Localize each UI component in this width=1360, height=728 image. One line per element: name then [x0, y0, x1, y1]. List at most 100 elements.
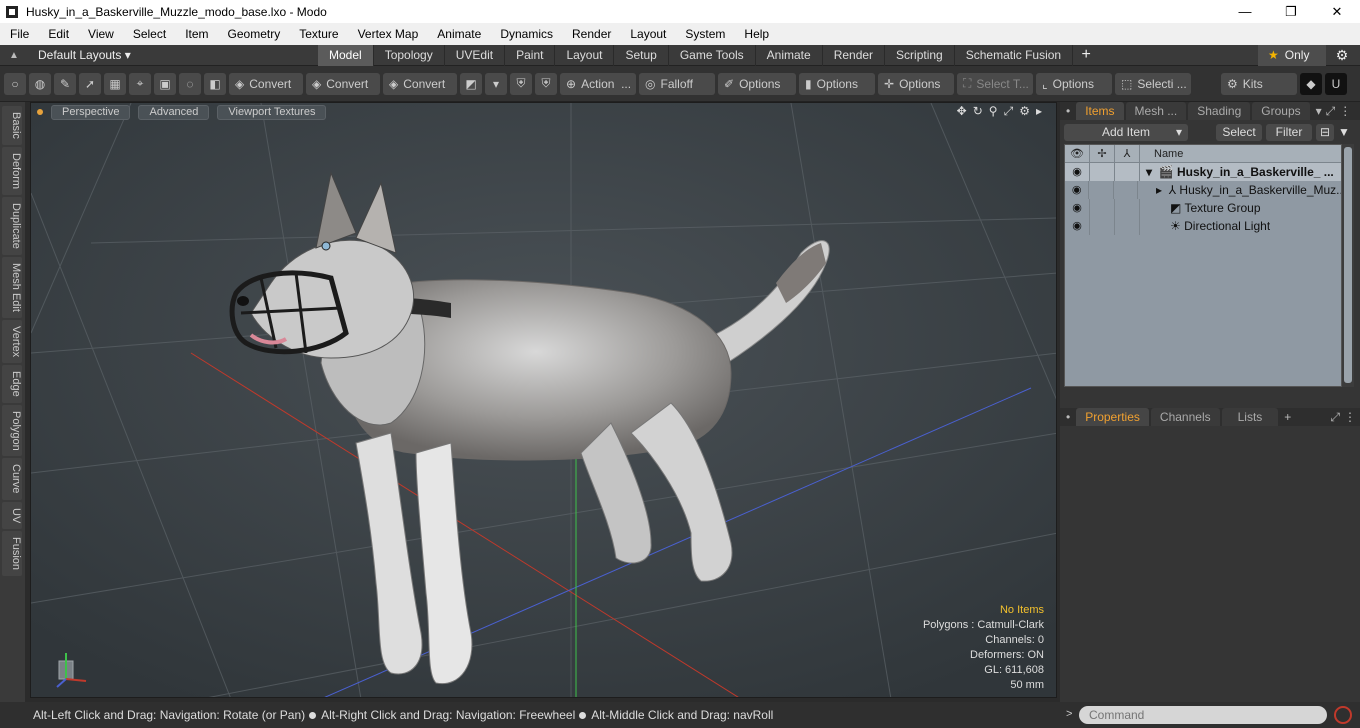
tab-shading[interactable]: Shading [1188, 102, 1251, 120]
tab-schematic-fusion[interactable]: Schematic Fusion [955, 44, 1074, 66]
tab-properties[interactable]: Properties [1076, 408, 1149, 426]
falloff-button[interactable]: ◎ Falloff [639, 72, 715, 95]
item-mode-button[interactable]: ➚ [79, 72, 101, 95]
viewport-textures-tab[interactable]: Viewport Textures [217, 104, 327, 120]
eye-icon[interactable]: ◉ [1065, 163, 1090, 181]
list-item[interactable]: ◉ ▾ 🎬 Husky_in_a_Baskerville_ ... [1065, 163, 1341, 181]
close-button[interactable]: ✕ [1314, 0, 1360, 23]
eye-icon[interactable]: ◉ [1065, 217, 1090, 235]
add-layout-button[interactable]: + [1073, 46, 1099, 64]
select-through-button[interactable]: ⛶ Select T... [957, 72, 1033, 95]
eye-icon[interactable]: ◉ [1065, 199, 1090, 217]
tab-paint[interactable]: Paint [505, 44, 556, 66]
convert-button-3[interactable]: ◈ Convert [383, 72, 457, 95]
tab-mesh[interactable]: Mesh ... [1125, 102, 1187, 120]
menu-select[interactable]: Select [123, 23, 175, 45]
name-column-header[interactable]: Name [1140, 145, 1183, 162]
symmetry-button[interactable]: ⛨ [510, 72, 532, 95]
pivot-mode-button[interactable]: ⌖ [129, 72, 151, 95]
more-icon[interactable]: ⋮ [1339, 104, 1351, 118]
tab-layout[interactable]: Layout [555, 44, 615, 66]
maximize-panel-icon[interactable]: ⤢ [1326, 104, 1336, 119]
play-arrow-icon[interactable]: ▸ [1036, 104, 1042, 119]
mesh-cube-button[interactable]: ◩ [460, 72, 482, 95]
options-button-3[interactable]: ✛ Options [878, 72, 954, 95]
rotate-icon[interactable]: ↻ [973, 104, 983, 119]
vertex-mode-button[interactable]: ○ [4, 72, 26, 95]
menu-geometry[interactable]: Geometry [218, 23, 290, 45]
tab-vertex[interactable]: Vertex [2, 319, 22, 363]
tab-model[interactable]: Model [318, 44, 374, 66]
tab-lists[interactable]: Lists [1221, 408, 1279, 426]
convert-button-2[interactable]: ◈ Convert [306, 72, 380, 95]
tab-polygon[interactable]: Polygon [2, 404, 22, 457]
menu-system[interactable]: System [675, 23, 734, 45]
zoom-icon[interactable]: ⚲ [989, 104, 998, 119]
snapping-button[interactable]: ⛨ [535, 72, 557, 95]
move-icon[interactable]: ✥ [957, 104, 967, 119]
scrollbar-thumb[interactable] [1344, 147, 1352, 383]
tab-animate[interactable]: Animate [756, 44, 823, 66]
tab-channels[interactable]: Channels [1150, 408, 1220, 426]
menu-vertex-map[interactable]: Vertex Map [348, 23, 428, 45]
unity-button[interactable]: ◆ [1300, 72, 1322, 95]
polygon-mode-button[interactable]: ✎ [54, 72, 76, 95]
command-history-arrow-icon[interactable]: > [1066, 708, 1072, 720]
material-mode-button[interactable]: ▦ [104, 72, 126, 95]
tabs-dropdown-icon[interactable]: ▾ [1316, 104, 1322, 118]
collapse-icon[interactable]: ⊟ [1316, 123, 1334, 141]
unreal-button[interactable]: U [1325, 72, 1347, 95]
edge-mode-button[interactable]: ◍ [29, 72, 51, 95]
tab-render[interactable]: Render [823, 44, 886, 66]
tab-mesh-edit[interactable]: Mesh Edit [2, 256, 22, 318]
dropdown-button[interactable]: ▾ [485, 72, 507, 95]
menu-item[interactable]: Item [175, 23, 217, 45]
menu-edit[interactable]: Edit [38, 23, 78, 45]
default-layouts-dropdown[interactable]: Default Layouts ▾ [28, 48, 318, 62]
maximize-icon[interactable]: ⤢ [1004, 104, 1014, 119]
list-item[interactable]: ◉ ▸ ⅄ Husky_in_a_Baskerville_Muz... [1065, 181, 1341, 199]
tab-curve[interactable]: Curve [2, 458, 22, 500]
menu-layout[interactable]: Layout [620, 23, 675, 45]
tab-setup[interactable]: Setup [614, 44, 669, 66]
type-column-icon[interactable]: ⅄ [1115, 145, 1140, 162]
tab-game-tools[interactable]: Game Tools [669, 44, 756, 66]
3d-viewport[interactable]: Perspective Advanced Viewport Textures ✥… [30, 102, 1057, 698]
center-mode-button[interactable]: ▣ [154, 72, 176, 95]
tab-items[interactable]: Items [1076, 102, 1124, 120]
collapse-arrow-icon[interactable]: ▲ [0, 50, 28, 61]
chevron-down-icon[interactable]: ▾ [1146, 165, 1152, 179]
selection-button[interactable]: ⬚ Selecti ... [1115, 72, 1191, 95]
add-item-button[interactable]: Add Item ▾ [1064, 123, 1188, 141]
perspective-tab[interactable]: Perspective [51, 104, 131, 120]
tab-uvedit[interactable]: UVEdit [445, 44, 506, 66]
kits-button[interactable]: ⚙ Kits [1221, 72, 1297, 95]
list-item[interactable]: ◉ ☀ Directional Light [1065, 217, 1341, 235]
convert-button-1[interactable]: ◈ Convert [229, 72, 303, 95]
advanced-tab[interactable]: Advanced [138, 104, 210, 120]
command-clear-icon[interactable] [1334, 706, 1352, 724]
tab-topology[interactable]: Topology [374, 44, 445, 66]
filter-button[interactable]: Filter [1266, 123, 1312, 141]
action-center-button[interactable]: ⊕ Action ... [560, 72, 636, 95]
options-button-2[interactable]: ▮ Options [799, 72, 875, 95]
options-button-1[interactable]: ✐ Options [718, 72, 796, 95]
menu-view[interactable]: View [78, 23, 123, 45]
gear-icon[interactable]: ⚙ [1332, 47, 1352, 64]
select-button[interactable]: Select [1216, 123, 1262, 141]
chevron-right-icon[interactable]: ▸ [1156, 183, 1162, 197]
falloff-mode-button[interactable]: ◌ [179, 72, 201, 95]
shade-button[interactable]: ◧ [204, 72, 226, 95]
menu-render[interactable]: Render [562, 23, 620, 45]
tab-duplicate[interactable]: Duplicate [2, 196, 22, 255]
only-toggle[interactable]: ★ Only [1258, 45, 1326, 66]
minimize-button[interactable]: — [1222, 0, 1268, 23]
gear-icon[interactable]: ⚙ [1019, 104, 1030, 119]
more-icon[interactable]: ⋮ [1344, 410, 1356, 424]
item-list-scrollbar[interactable] [1342, 144, 1354, 387]
tab-edge[interactable]: Edge [2, 364, 22, 403]
visibility-column-icon[interactable]: 👁 [1065, 145, 1090, 162]
list-item[interactable]: ◉ ◩ Texture Group [1065, 199, 1341, 217]
options-button-4[interactable]: ⌞ Options [1036, 72, 1112, 95]
tab-deform[interactable]: Deform [2, 146, 22, 195]
